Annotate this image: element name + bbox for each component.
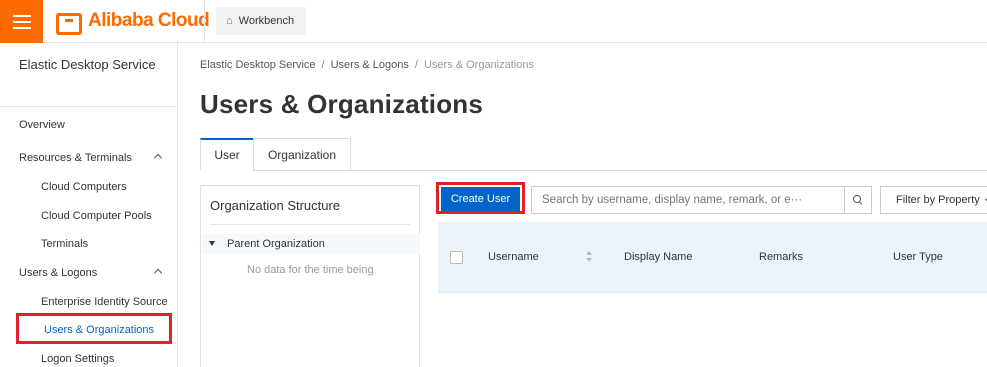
top-divider [204,0,205,43]
top-bar: Alibaba Cloud ⌂ Workbench [0,0,987,43]
column-header-username[interactable]: Username [488,251,539,263]
breadcrumb-item[interactable]: Users & Logons [331,59,409,71]
chevron-up-icon [153,153,163,163]
page-title: Users & Organizations [200,89,484,119]
panel-divider [210,224,410,225]
sidebar-item-overview[interactable]: Overview [19,119,165,131]
caret-down-icon[interactable] [209,241,215,246]
organization-structure-panel: Organization Structure Parent Organizati… [200,185,420,367]
sidebar-item-cloud-computers[interactable]: Cloud Computers [41,181,127,193]
search-icon [853,195,863,205]
sidebar-item-logon-settings[interactable]: Logon Settings [41,353,114,365]
column-header-display-name: Display Name [624,251,693,263]
tab-user[interactable]: User [200,138,254,171]
sort-icon[interactable] [586,250,594,264]
organization-structure-title: Organization Structure [210,198,341,213]
sidebar-item-label: Users & Organizations [44,324,155,336]
sidebar-item-cloud-computer-pools[interactable]: Cloud Computer Pools [41,210,152,222]
sidebar: Elastic Desktop Service Overview Resourc… [0,43,178,367]
search-input[interactable] [531,186,845,214]
alibaba-cloud-logo-icon [56,13,82,35]
search-button[interactable] [844,186,872,214]
filter-label: Filter by Property [896,194,980,206]
breadcrumb-separator: / [414,59,418,71]
sidebar-group-label: Resources & Terminals [19,152,132,164]
sidebar-item-enterprise-identity-source[interactable]: Enterprise Identity Source [41,296,168,308]
brand-name: Alibaba Cloud [88,10,210,31]
workbench-label: Workbench [238,15,295,27]
tab-organization[interactable]: Organization [253,138,351,171]
create-user-button[interactable]: Create User [441,187,520,211]
sidebar-group-resources-terminals[interactable]: Resources & Terminals [19,152,165,164]
home-icon: ⌂ [226,15,233,27]
breadcrumb-separator: / [321,59,325,71]
sidebar-item-users-organizations[interactable]: Users & Organizations [16,313,172,344]
select-all-checkbox[interactable] [450,251,463,264]
sidebar-divider [0,106,177,107]
sidebar-item-terminals[interactable]: Terminals [41,238,88,250]
sidebar-title: Elastic Desktop Service [19,57,156,72]
filter-by-property-dropdown[interactable]: Filter by Property [880,186,987,214]
breadcrumb-item[interactable]: Elastic Desktop Service [200,59,316,71]
column-header-remarks: Remarks [759,251,804,263]
sidebar-group-label: Users & Logons [19,267,98,279]
breadcrumb-current: Users & Organizations [423,59,534,71]
empty-state-text: No data for the time being [247,264,374,276]
chevron-up-icon [153,268,163,278]
breadcrumb: Elastic Desktop Service / Users & Logons / U… [200,59,534,71]
column-header-user-type: User Type [893,251,943,263]
tree-node-label: Parent Organization [227,238,325,250]
sidebar-group-users-logons[interactable]: Users & Logons [19,267,165,279]
tree-node-parent-organization[interactable]: Parent Organization [202,234,420,254]
user-table-header: Username Display Name Remarks User Type [438,222,987,293]
menu-icon[interactable] [0,0,43,43]
workbench-button[interactable]: ⌂ Workbench [216,7,307,35]
alibaba-cloud-logo[interactable]: Alibaba Cloud [56,9,210,35]
